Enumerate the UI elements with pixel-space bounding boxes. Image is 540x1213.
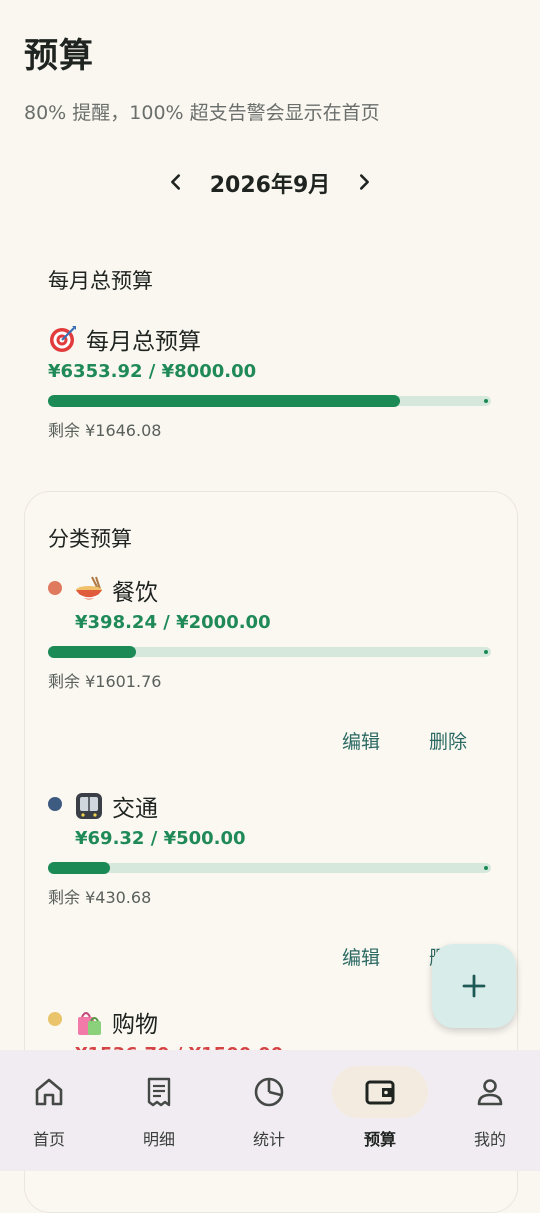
progress-end-dot — [484, 399, 488, 403]
category-amount: ¥69.32 / ¥500.00 — [75, 828, 246, 849]
category-name: 餐饮 — [112, 580, 158, 606]
next-month-button[interactable] — [346, 164, 382, 200]
category-color-dot — [48, 797, 62, 811]
monthly-remaining: 剩余 ¥1646.08 — [48, 421, 162, 440]
monthly-budget-amount: ¥6353.92 / ¥8000.00 — [48, 361, 257, 382]
category-title-dining: 餐饮 — [74, 573, 158, 607]
category-progress-fill — [48, 862, 110, 874]
receipt-icon — [147, 1077, 171, 1107]
page-title: 预算 — [24, 36, 94, 76]
metro-emoji-icon — [76, 793, 102, 819]
edit-button[interactable]: 编辑 — [342, 943, 380, 970]
category-remaining: 剩余 ¥1601.76 — [48, 672, 162, 691]
nav-label: 明细 — [142, 1130, 175, 1149]
category-section-title: 分类预算 — [48, 527, 132, 551]
nav-item-details[interactable]: 明细 — [115, 1050, 223, 1171]
category-title-shopping: 购物 — [74, 1005, 158, 1039]
person-icon — [477, 1079, 503, 1106]
category-progress-fill — [48, 646, 136, 658]
nav-label: 统计 — [252, 1130, 285, 1149]
monthly-section-title: 每月总预算 — [48, 269, 153, 293]
category-amount: ¥398.24 / ¥2000.00 — [75, 612, 271, 633]
target-emoji-icon — [50, 326, 76, 352]
nav-label: 预算 — [363, 1130, 396, 1149]
category-color-dot — [48, 581, 62, 595]
home-icon — [35, 1078, 63, 1106]
nav-item-profile[interactable]: 我的 — [446, 1050, 540, 1171]
edit-button[interactable]: 编辑 — [342, 727, 380, 754]
wallet-icon — [365, 1080, 395, 1105]
progress-end-dot — [484, 866, 488, 870]
nav-item-home[interactable]: 首页 — [5, 1050, 113, 1171]
progress-end-dot — [484, 650, 488, 654]
plus-icon — [462, 974, 486, 998]
delete-button[interactable]: 删除 — [429, 727, 467, 754]
category-remaining: 剩余 ¥430.68 — [48, 888, 152, 907]
bottom-navigation: 首页 明细 统计 预算 我的 — [0, 1050, 540, 1171]
category-name: 购物 — [112, 1012, 158, 1038]
chevron-right-icon — [359, 174, 369, 190]
monthly-progress-fill — [48, 395, 400, 407]
nav-label: 首页 — [32, 1130, 65, 1149]
month-label: 2026年9月 — [209, 173, 331, 198]
nav-item-stats[interactable]: 统计 — [225, 1050, 333, 1171]
category-title-transport: 交通 — [74, 789, 158, 823]
category-color-dot — [48, 1012, 62, 1026]
shopping-bags-emoji-icon — [78, 1012, 101, 1035]
noodle-bowl-emoji-icon — [76, 576, 102, 600]
monthly-budget-title: 每月总预算 — [48, 322, 201, 356]
category-progress-track — [48, 863, 491, 873]
monthly-budget-name: 每月总预算 — [86, 329, 201, 355]
pie-chart-icon — [254, 1077, 284, 1107]
page-subtitle: 80% 提醒，100% 超支告警会显示在首页 — [24, 102, 380, 124]
nav-item-budget[interactable]: 预算 — [332, 1050, 444, 1171]
add-budget-button[interactable] — [432, 944, 516, 1028]
nav-label: 我的 — [473, 1130, 506, 1149]
month-navigator: 2026年9月 — [0, 162, 540, 202]
category-name: 交通 — [112, 796, 158, 822]
